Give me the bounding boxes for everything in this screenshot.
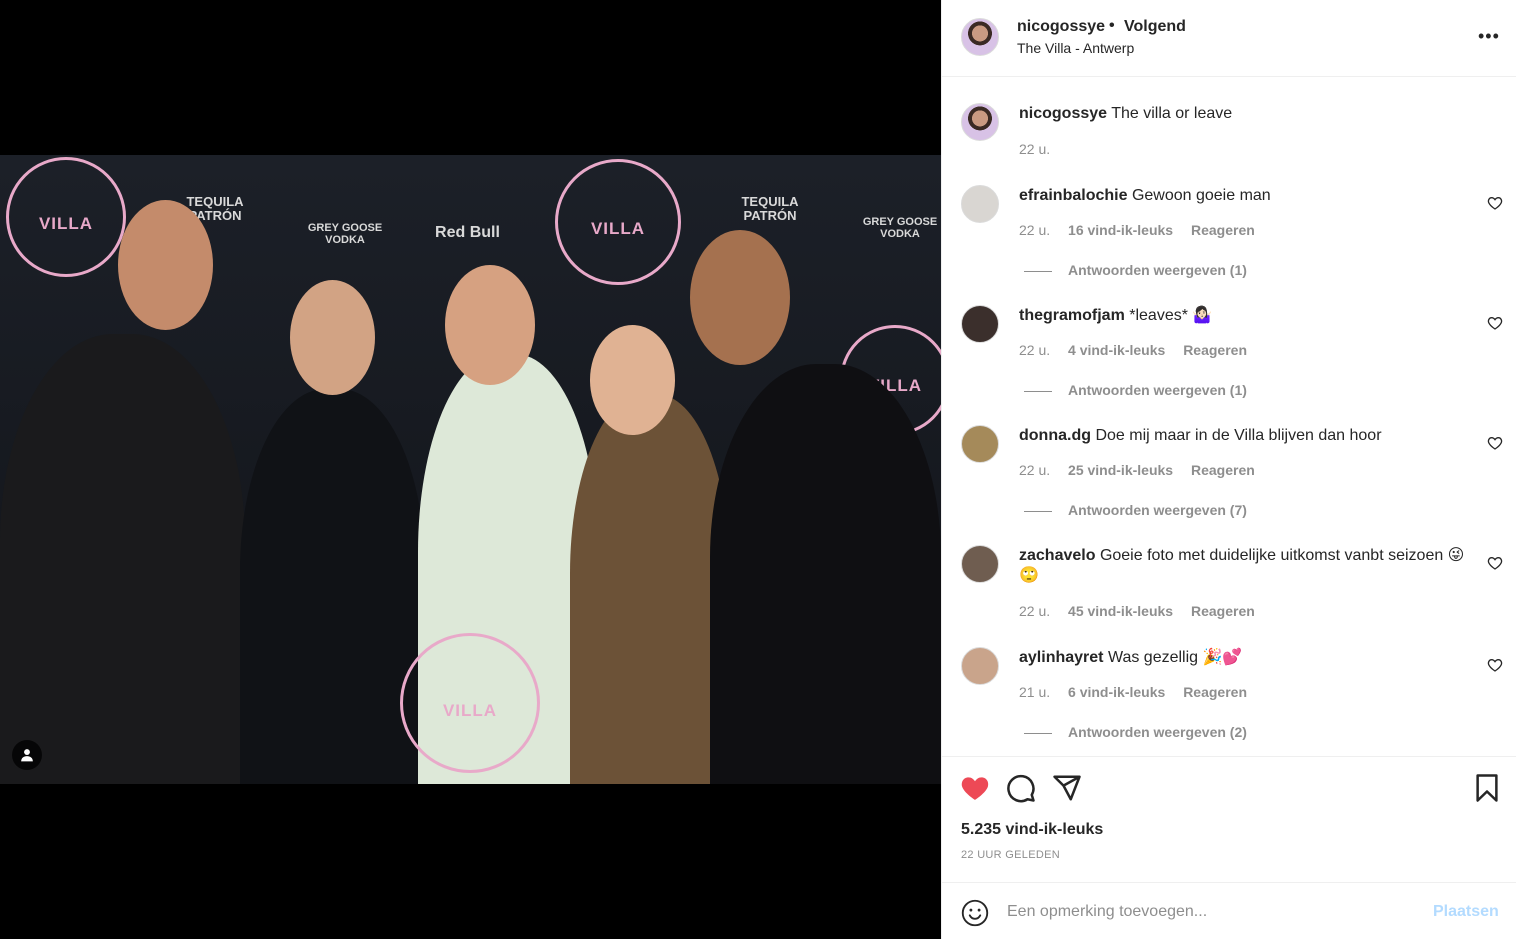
reply-button[interactable]: Reageren (1183, 342, 1247, 358)
person-1-head (118, 200, 213, 330)
sponsor-logo-grey-goose: GREY GOOSE VODKA (307, 222, 383, 246)
view-replies-button[interactable]: Antwoorden weergeven (2) (1024, 724, 1247, 740)
comment-text: Gewoon goeie man (1131, 187, 1271, 204)
villa-logo: VILLA (400, 633, 540, 773)
header-username[interactable]: nicogossye (1017, 18, 1105, 36)
comment-likes[interactable]: 25 vind-ik-leuks (1068, 462, 1173, 478)
caption-text: The villa or leave (1111, 105, 1233, 122)
post-time: 22 UUR GELEDEN (961, 849, 1060, 861)
tagged-users-button[interactable] (12, 740, 42, 770)
comment-like-heart-icon[interactable] (1487, 315, 1503, 331)
divider (1024, 390, 1052, 392)
divider (1024, 270, 1052, 272)
comment-username[interactable]: efrainbalochie (1019, 187, 1127, 204)
share-icon[interactable] (1052, 773, 1082, 803)
comment-text: *leaves* 🤷🏻‍♀️ (1129, 307, 1213, 324)
comment-like-heart-icon[interactable] (1487, 435, 1503, 451)
view-replies-button[interactable]: Antwoorden weergeven (1) (1024, 262, 1247, 278)
person-2-head (290, 280, 375, 395)
comment-meta: 22 u. 4 vind-ik-leuks Reageren (1019, 342, 1261, 358)
villa-logo: VILLA (6, 157, 126, 277)
caption: nicogossye The villa or leave (1019, 104, 1469, 124)
divider (1024, 510, 1052, 512)
caption-avatar[interactable] (961, 103, 999, 141)
comment-body: aylinhayret Was gezellig 🎉💕 (1019, 648, 1469, 668)
comment-avatar[interactable] (961, 185, 999, 223)
post-header: nicogossye • Volgend The Villa - Antwerp… (942, 0, 1516, 77)
comment-meta: 21 u. 6 vind-ik-leuks Reageren (1019, 684, 1261, 700)
comment-time: 22 u. (1019, 462, 1051, 478)
comment-body: donna.dg Doe mij maar in de Villa blijve… (1019, 426, 1469, 446)
comment-body: zachavelo Goeie foto met duidelijke uitk… (1019, 546, 1469, 586)
comment-likes[interactable]: 16 vind-ik-leuks (1068, 222, 1173, 238)
comment-username[interactable]: aylinhayret (1019, 649, 1103, 666)
post-photo[interactable]: VILLA VILLA VILLA VILLA TEQUILA PATRÓN G… (0, 155, 941, 784)
comment-avatar[interactable] (961, 425, 999, 463)
comment-meta: 22 u. 45 vind-ik-leuks Reageren (1019, 603, 1269, 619)
follow-status-button[interactable]: Volgend (1124, 18, 1186, 36)
person-1 (0, 334, 245, 784)
comment-time: 22 u. (1019, 603, 1051, 619)
add-comment-bar: Plaatsen (942, 882, 1516, 939)
comment-time: 21 u. (1019, 684, 1051, 700)
post-sidebar: nicogossye • Volgend The Villa - Antwerp… (941, 0, 1516, 939)
post-actions: 5.235 vind-ik-leuks 22 UUR GELEDEN (942, 756, 1516, 882)
divider (1024, 732, 1052, 734)
view-replies-button[interactable]: Antwoorden weergeven (7) (1024, 502, 1247, 518)
comment-text: Doe mij maar in de Villa blijven dan hoo… (1095, 427, 1382, 444)
comment-like-heart-icon[interactable] (1487, 657, 1503, 673)
caption-username[interactable]: nicogossye (1019, 105, 1107, 122)
reply-button[interactable]: Reageren (1191, 222, 1255, 238)
person-4-head (590, 325, 675, 435)
caption-time: 22 u. (1019, 141, 1051, 157)
comment-username[interactable]: donna.dg (1019, 427, 1091, 444)
comment-text: Was gezellig 🎉💕 (1107, 649, 1243, 666)
comment-body: thegramofjam *leaves* 🤷🏻‍♀️ (1019, 306, 1469, 326)
post-media: VILLA VILLA VILLA VILLA TEQUILA PATRÓN G… (0, 0, 941, 939)
comment-avatar[interactable] (961, 647, 999, 685)
comment-like-heart-icon[interactable] (1487, 195, 1503, 211)
user-icon (21, 749, 33, 762)
sponsor-logo-patron: TEQUILA PATRÓN (741, 194, 799, 223)
comment-meta: 22 u. 16 vind-ik-leuks Reageren (1019, 222, 1269, 238)
reply-button[interactable]: Reageren (1183, 684, 1247, 700)
comment-meta: 22 u. 25 vind-ik-leuks Reageren (1019, 462, 1269, 478)
like-count[interactable]: 5.235 vind-ik-leuks (961, 821, 1103, 839)
reply-button[interactable]: Reageren (1191, 462, 1255, 478)
person-2 (240, 389, 425, 784)
villa-logo: VILLA (555, 159, 681, 285)
location-link[interactable]: The Villa - Antwerp (1017, 40, 1134, 56)
avatar[interactable] (961, 18, 999, 56)
person-3-head (445, 265, 535, 385)
reply-button[interactable]: Reageren (1191, 603, 1255, 619)
comment-body: efrainbalochie Gewoon goeie man (1019, 186, 1469, 206)
view-replies-button[interactable]: Antwoorden weergeven (1) (1024, 382, 1247, 398)
person-5 (710, 364, 941, 784)
sponsor-logo-grey-goose: GREY GOOSE VODKA (862, 216, 938, 240)
post-comment-button[interactable]: Plaatsen (1433, 903, 1499, 921)
comment-avatar[interactable] (961, 305, 999, 343)
person-5-head (690, 230, 790, 365)
comment-time: 22 u. (1019, 342, 1051, 358)
bookmark-icon[interactable] (1472, 773, 1502, 803)
comment-avatar[interactable] (961, 545, 999, 583)
comment-time: 22 u. (1019, 222, 1051, 238)
more-options-icon[interactable]: ••• (1478, 26, 1499, 46)
comment-likes[interactable]: 4 vind-ik-leuks (1068, 342, 1165, 358)
comment-input[interactable] (1007, 900, 1407, 924)
person-4 (570, 394, 730, 784)
comment-like-heart-icon[interactable] (1487, 555, 1503, 571)
emoji-icon[interactable] (961, 899, 989, 927)
sponsor-logo-red-bull: Red Bull (435, 224, 500, 241)
header-separator: • (1109, 17, 1115, 34)
liked-heart-icon[interactable] (960, 773, 990, 803)
comment-icon[interactable] (1006, 773, 1036, 803)
comment-likes[interactable]: 6 vind-ik-leuks (1068, 684, 1165, 700)
comment-likes[interactable]: 45 vind-ik-leuks (1068, 603, 1173, 619)
comment-username[interactable]: thegramofjam (1019, 307, 1125, 324)
comment-username[interactable]: zachavelo (1019, 547, 1095, 564)
